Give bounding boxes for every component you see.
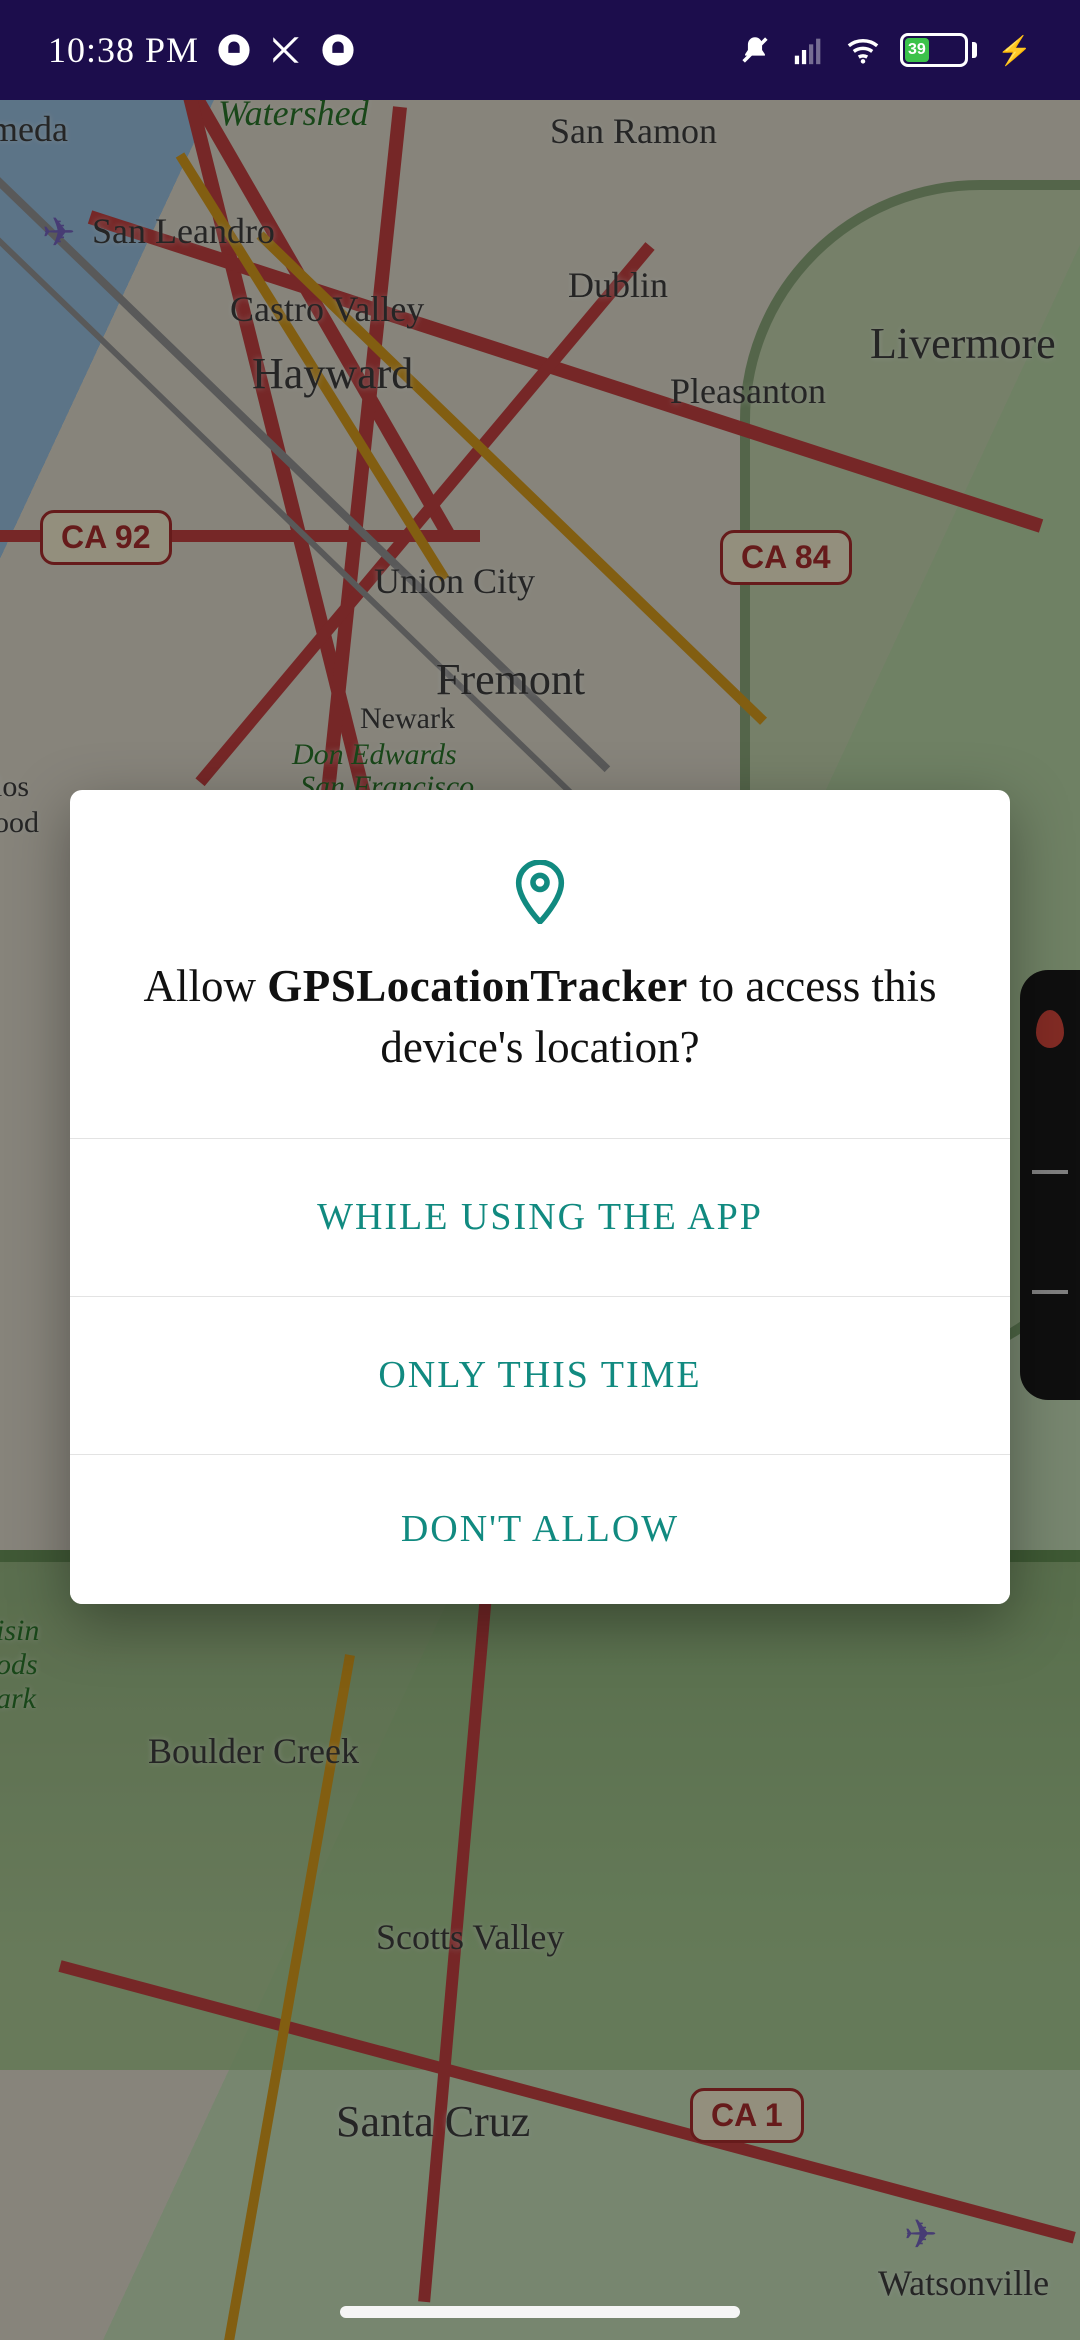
allow-only-this-time-button[interactable]: ONLY THIS TIME [70,1296,1010,1454]
location-pin-icon [126,860,954,924]
signal-icon [792,33,826,67]
dialog-title: Allow GPSLocationTracker to access this … [126,956,954,1078]
status-icon-2 [269,33,303,67]
status-icon-1 [217,33,251,67]
gesture-nav-bar[interactable] [340,2306,740,2318]
status-clock: 10:38 PM [48,29,199,71]
permission-dialog: Allow GPSLocationTracker to access this … [70,790,1010,1604]
allow-while-using-button[interactable]: WHILE USING THE APP [70,1138,1010,1296]
dont-allow-button[interactable]: DON'T ALLOW [70,1454,1010,1604]
battery-indicator: 39 [900,33,977,67]
status-bar: 10:38 PM 39 ⚡ [0,0,1080,100]
wifi-icon [846,33,880,67]
dialog-app-name: GPSLocationTracker [267,961,688,1011]
mute-icon [738,33,772,67]
status-icon-3 [321,33,355,67]
charging-icon: ⚡ [997,34,1032,67]
